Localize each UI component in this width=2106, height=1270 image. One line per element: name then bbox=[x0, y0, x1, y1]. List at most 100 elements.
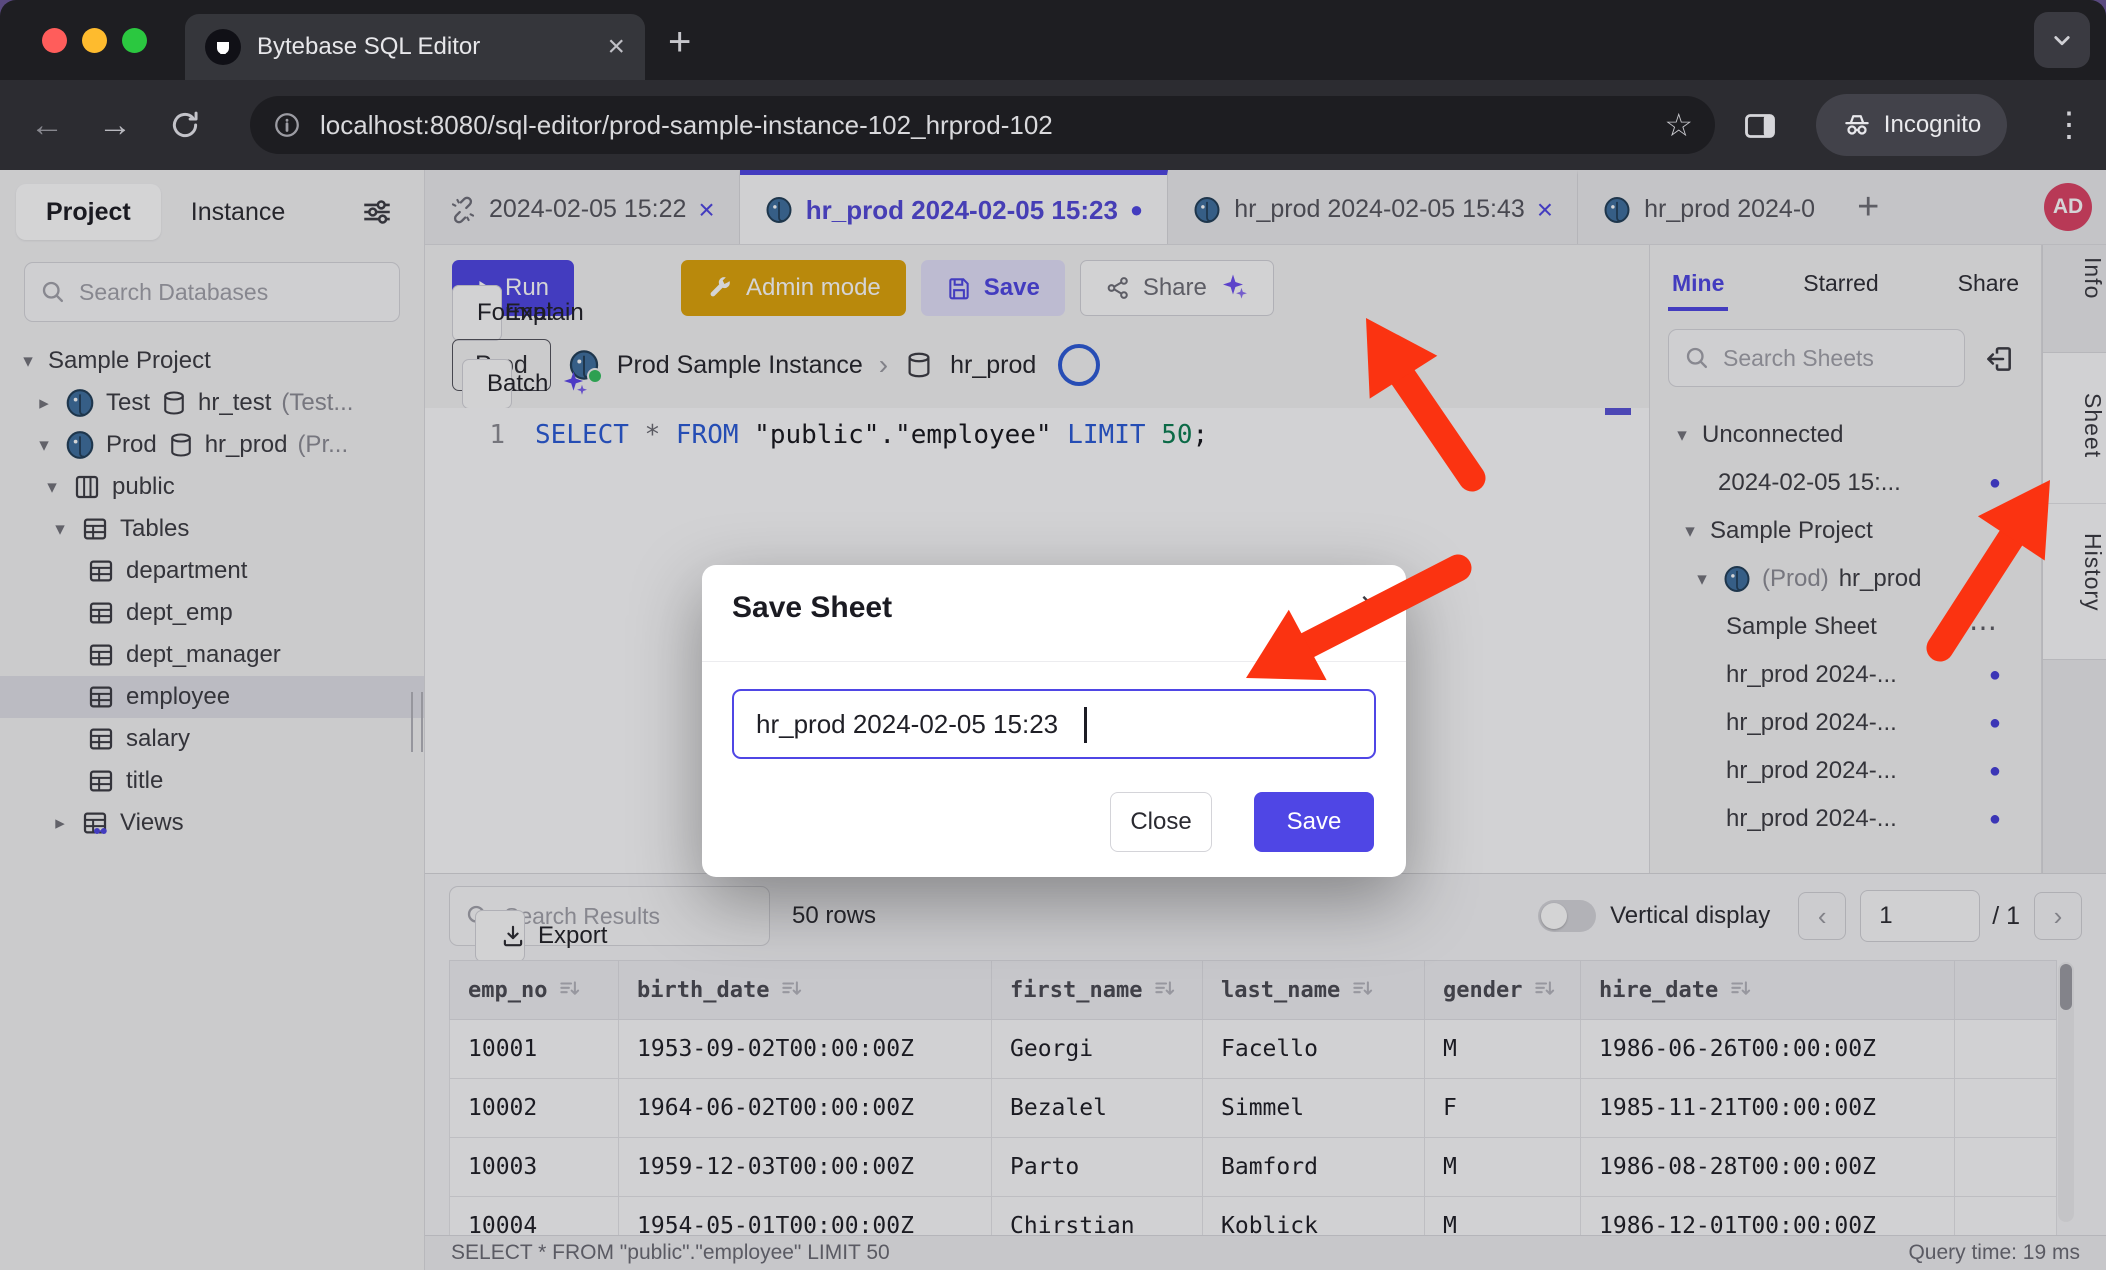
page-number-input[interactable] bbox=[1860, 890, 1980, 942]
tab-project[interactable]: Project bbox=[16, 184, 161, 240]
tab-starred[interactable]: Starred bbox=[1803, 270, 1878, 297]
tab-mine[interactable]: Mine bbox=[1672, 270, 1724, 297]
dialog-save-button[interactable]: Save bbox=[1254, 792, 1374, 852]
tab-instance[interactable]: Instance bbox=[191, 198, 286, 227]
column-header-first_name[interactable]: first_name bbox=[992, 961, 1203, 1020]
dialog-close-icon[interactable]: × bbox=[1360, 587, 1380, 621]
table-scrollbar[interactable] bbox=[2058, 962, 2074, 1222]
caret-down-icon[interactable]: ▾ bbox=[1692, 568, 1712, 591]
scrollbar-thumb[interactable] bbox=[2060, 964, 2072, 1010]
export-button[interactable]: Export bbox=[475, 910, 525, 962]
sort-icon[interactable] bbox=[779, 977, 805, 1003]
tree-item-views[interactable]: ▸ Views bbox=[0, 802, 424, 844]
sheet-connection-prod-hr_prod[interactable]: ▾ (Prod) hr_prod bbox=[1650, 555, 2041, 603]
side-panel-icon[interactable] bbox=[1742, 108, 1778, 144]
sidebar-resize-handle[interactable] bbox=[411, 692, 423, 752]
breadcrumb-database[interactable]: hr_prod bbox=[950, 351, 1036, 380]
tab-close-icon[interactable]: × bbox=[607, 32, 625, 62]
sheet-item[interactable]: hr_prod 2024-...● bbox=[1650, 651, 2041, 699]
column-header-emp_no[interactable]: emp_no bbox=[450, 961, 619, 1020]
window-zoom-button[interactable] bbox=[122, 28, 147, 53]
rail-tab-info[interactable]: Info bbox=[2043, 257, 2106, 299]
sort-icon[interactable] bbox=[1532, 977, 1558, 1003]
add-editor-tab-button[interactable]: + bbox=[1839, 188, 1897, 226]
column-header-gender[interactable]: gender bbox=[1425, 961, 1581, 1020]
tab-search-chevron-button[interactable] bbox=[2034, 12, 2090, 68]
editor-tab-unconnected[interactable]: 2024-02-05 15:22 × bbox=[425, 170, 740, 244]
filter-settings-icon[interactable] bbox=[360, 195, 394, 229]
breadcrumb-instance[interactable]: Prod Sample Instance bbox=[617, 351, 863, 380]
caret-down-icon[interactable]: ▾ bbox=[18, 350, 38, 373]
editor-tab-active[interactable]: hr_prod 2024-02-05 15:23 ● bbox=[740, 170, 1168, 244]
tree-item-table-dept_emp[interactable]: dept_emp bbox=[0, 592, 424, 634]
column-header-birth_date[interactable]: birth_date bbox=[619, 961, 992, 1020]
browser-menu-icon[interactable]: ⋮ bbox=[2052, 105, 2086, 145]
browser-tab[interactable]: Bytebase SQL Editor × bbox=[185, 14, 645, 80]
column-header-last_name[interactable]: last_name bbox=[1203, 961, 1425, 1020]
caret-down-icon[interactable]: ▾ bbox=[1672, 424, 1692, 447]
vertical-display-toggle[interactable] bbox=[1538, 900, 1596, 932]
address-bar[interactable]: localhost:8080/sql-editor/prod-sample-in… bbox=[250, 96, 1715, 154]
tab-share[interactable]: Share bbox=[1958, 270, 2019, 297]
tree-item-table-department[interactable]: department bbox=[0, 550, 424, 592]
tree-item-table-title[interactable]: title bbox=[0, 760, 424, 802]
sheet-menu-icon[interactable]: ⋯ bbox=[1969, 611, 1999, 644]
window-minimize-button[interactable] bbox=[82, 28, 107, 53]
admin-mode-button[interactable]: Admin mode bbox=[681, 260, 906, 316]
sheet-group-unconnected[interactable]: ▾ Unconnected bbox=[1650, 411, 2041, 459]
sheet-item[interactable]: hr_prod 2024-...● bbox=[1650, 699, 2041, 747]
sheet-item[interactable]: hr_prod 2024-...● bbox=[1650, 795, 2041, 843]
help-circle-icon[interactable] bbox=[1058, 344, 1100, 386]
tree-item-prod-hr_prod[interactable]: ▾ Prod hr_prod (Pr... bbox=[0, 424, 424, 466]
rail-tab-sheet[interactable]: Sheet bbox=[2043, 393, 2106, 458]
caret-down-icon[interactable]: ▾ bbox=[42, 476, 62, 499]
editor-tab-truncated[interactable]: hr_prod 2024-0 bbox=[1578, 170, 1839, 244]
close-tab-icon[interactable]: × bbox=[698, 196, 714, 224]
caret-down-icon[interactable]: ▾ bbox=[50, 518, 70, 541]
dialog-close-button[interactable]: Close bbox=[1110, 792, 1212, 852]
sheet-item[interactable]: hr_prod 2024-...● bbox=[1650, 747, 2041, 795]
tree-item-table-employee[interactable]: employee bbox=[0, 676, 424, 718]
share-button[interactable]: Share bbox=[1080, 260, 1274, 316]
save-sheet-button[interactable]: Save bbox=[921, 260, 1065, 316]
next-page-button[interactable]: › bbox=[2034, 892, 2082, 940]
sort-icon[interactable] bbox=[1728, 977, 1754, 1003]
tree-item-table-salary[interactable]: salary bbox=[0, 718, 424, 760]
batch-button[interactable]: Batch bbox=[462, 359, 512, 409]
reload-button[interactable] bbox=[168, 108, 202, 142]
forward-button[interactable]: → bbox=[98, 105, 132, 145]
database-search-input[interactable]: Search Databases bbox=[24, 262, 400, 322]
sort-icon[interactable] bbox=[1152, 977, 1178, 1003]
window-close-button[interactable] bbox=[42, 28, 67, 53]
site-info-icon[interactable] bbox=[272, 110, 302, 140]
tree-item-tables[interactable]: ▾ Tables bbox=[0, 508, 424, 550]
caret-right-icon[interactable]: ▸ bbox=[34, 392, 54, 415]
sheet-item-sample-sheet[interactable]: Sample Sheet ⋯ bbox=[1650, 603, 2041, 651]
bookmark-star-icon[interactable]: ☆ bbox=[1664, 106, 1693, 144]
caret-right-icon[interactable]: ▸ bbox=[50, 812, 70, 835]
tree-item-table-dept_manager[interactable]: dept_manager bbox=[0, 634, 424, 676]
sort-icon[interactable] bbox=[557, 977, 583, 1003]
sheet-item[interactable]: 2024-02-05 15:... ● bbox=[1650, 459, 2041, 507]
sheet-group-sample-project[interactable]: ▾ Sample Project bbox=[1650, 507, 2041, 555]
back-button[interactable]: ← bbox=[30, 105, 64, 145]
sheet-search-input[interactable]: Search Sheets bbox=[1668, 329, 1965, 387]
tree-item-test-hr_test[interactable]: ▸ Test hr_test (Test... bbox=[0, 382, 424, 424]
sort-icon[interactable] bbox=[1350, 977, 1376, 1003]
caret-down-icon[interactable]: ▾ bbox=[34, 434, 54, 457]
table-row[interactable]: 100031959-12-03T00:00:00ZPartoBamfordM19… bbox=[450, 1138, 2057, 1197]
table-row[interactable]: 100011953-09-02T00:00:00ZGeorgiFacelloM1… bbox=[450, 1020, 2057, 1079]
import-sheet-icon[interactable] bbox=[1983, 343, 2015, 375]
prev-page-button[interactable]: ‹ bbox=[1798, 892, 1846, 940]
tree-item-sample-project[interactable]: ▾ Sample Project bbox=[0, 340, 424, 382]
new-tab-button[interactable]: + bbox=[668, 22, 691, 62]
column-header-hire_date[interactable]: hire_date bbox=[1581, 961, 1955, 1020]
close-tab-icon[interactable]: × bbox=[1537, 196, 1553, 224]
caret-down-icon[interactable]: ▾ bbox=[1680, 520, 1700, 543]
editor-tab-1543[interactable]: hr_prod 2024-02-05 15:43 × bbox=[1168, 170, 1578, 244]
table-row[interactable]: 100041954-05-01T00:00:00ZChirstianKoblic… bbox=[450, 1197, 2057, 1236]
rail-tab-history[interactable]: History bbox=[2043, 533, 2106, 612]
user-avatar[interactable]: AD bbox=[2044, 183, 2092, 231]
sheet-name-input[interactable] bbox=[732, 689, 1376, 759]
tree-item-schema-public[interactable]: ▾ public bbox=[0, 466, 424, 508]
